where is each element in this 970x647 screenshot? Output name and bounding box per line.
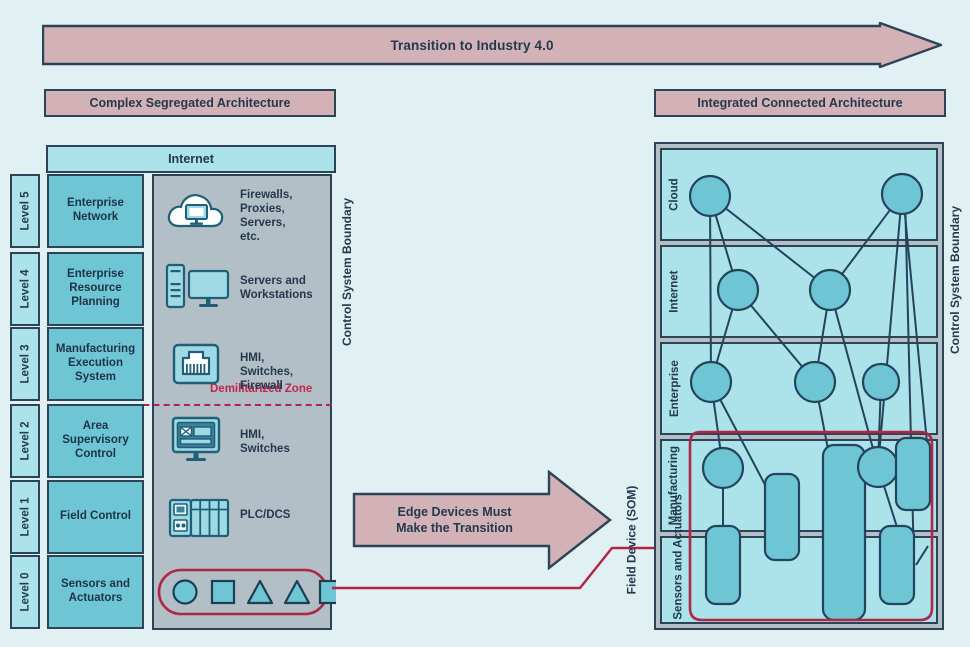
level-name-3: Manufacturing Execution System — [47, 327, 144, 401]
left-section-header: Complex Segregated Architecture — [44, 89, 336, 117]
level-name-0: Sensors and Actuators — [47, 555, 144, 629]
edge-arrow-label: Edge Devices Must Make the Transition — [396, 504, 513, 535]
hmi-monitor-icon — [170, 416, 222, 471]
left-control-system-boundary-label: Control System Boundary — [336, 172, 358, 372]
node-enterprise-3 — [861, 362, 901, 402]
right-control-system-boundary-label: Control System Boundary — [944, 170, 966, 390]
right-integrated-architecture: Cloud Internet Enterprise Manufacturing … — [654, 142, 944, 630]
level-tag-4-label: Level 4 — [19, 269, 31, 309]
ethernet-port-icon — [172, 342, 220, 391]
cloud-computer-icon — [165, 188, 225, 239]
left-architecture-stack: Level 5 Enterprise Network Firewalls, Pr… — [10, 174, 344, 630]
level-tag-5: Level 5 — [10, 174, 40, 248]
level-tag-3: Level 3 — [10, 327, 40, 401]
level-tag-4: Level 4 — [10, 252, 40, 326]
plc-rack-icon — [168, 498, 230, 543]
level-name-2: Area Supervisory Control — [47, 404, 144, 478]
node-manufacturing-4 — [856, 445, 900, 489]
server-workstation-icon — [165, 263, 231, 318]
level-tag-1-label: Level 1 — [19, 497, 31, 537]
node-manufacturing-1 — [701, 446, 745, 490]
left-boundary-text: Control System Boundary — [340, 197, 354, 347]
level-tech-1: PLC/DCS — [240, 509, 291, 521]
level-tag-2: Level 2 — [10, 404, 40, 478]
node-enterprise-2 — [793, 360, 837, 404]
field-device-text: Field Device (SOM) — [624, 485, 639, 595]
node-enterprise-1 — [689, 360, 733, 404]
network-nodes — [688, 172, 932, 622]
node-internet-2 — [808, 268, 852, 312]
level-tag-5-label: Level 5 — [19, 191, 31, 231]
internet-bar: Internet — [46, 145, 336, 173]
transition-banner-label: Transition to Industry 4.0 — [390, 37, 554, 53]
node-cloud-2 — [880, 172, 924, 216]
level-tag-2-label: Level 2 — [19, 421, 31, 461]
field-device-som-label: Field Device (SOM) — [620, 460, 642, 620]
level-tag-0-label: Level 0 — [19, 572, 31, 612]
level-tag-0: Level 0 — [10, 555, 40, 629]
level-tech-5: Firewalls, Proxies, Servers, etc. — [240, 189, 293, 244]
network-graph — [688, 172, 934, 622]
level-name-1: Field Control — [47, 480, 144, 554]
sensor-shapes-icon — [156, 553, 344, 632]
level-name-5: Enterprise Network — [47, 174, 144, 248]
node-sensor-1 — [704, 524, 742, 606]
right-boundary-text: Control System Boundary — [948, 205, 962, 355]
level-tech-2: HMI, Switches — [240, 429, 290, 456]
node-manufacturing-2 — [763, 472, 801, 562]
level-tag-1: Level 1 — [10, 480, 40, 554]
edge-devices-arrow: Edge Devices Must Make the Transition — [352, 469, 612, 571]
node-sensor-2 — [878, 524, 916, 606]
node-cloud-1 — [688, 174, 732, 218]
transition-banner-arrow: Transition to Industry 4.0 — [41, 21, 945, 69]
level-name-4: Enterprise Resource Planning — [47, 252, 144, 326]
level-tag-3-label: Level 3 — [19, 344, 31, 384]
right-section-header: Integrated Connected Architecture — [654, 89, 946, 117]
node-internet-1 — [716, 268, 760, 312]
diagram-canvas: Transition to Industry 4.0 Complex Segre… — [0, 0, 970, 647]
level-tech-4: Servers and Workstations — [240, 275, 313, 302]
level-tech-3: HMI, Switches, Firewall — [240, 352, 294, 393]
node-manufacturing-5 — [894, 436, 932, 512]
